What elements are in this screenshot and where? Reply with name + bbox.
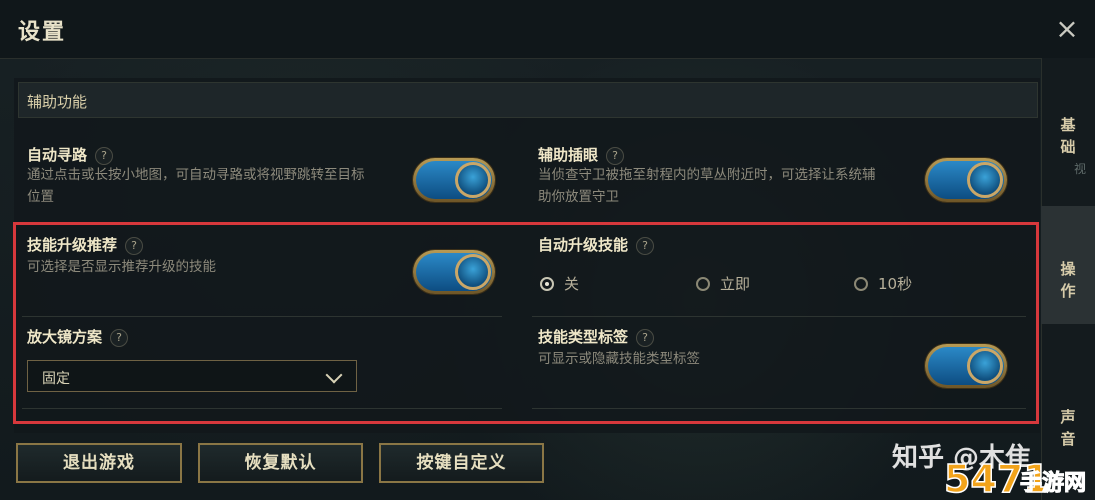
help-icon[interactable]: ? — [125, 237, 144, 255]
tab-operation-label: 操作 — [1060, 260, 1076, 300]
radio-selected-icon — [540, 277, 554, 291]
skill-recommend-toggle[interactable] — [413, 250, 495, 294]
help-icon[interactable]: ? — [110, 329, 129, 347]
tab-sound-label: 声音 — [1060, 408, 1076, 448]
window-title: 设置 — [18, 20, 67, 45]
setting-auto-path-title: 自动寻路? — [27, 144, 114, 165]
radio-off-label: 关 — [564, 275, 580, 293]
divider — [532, 408, 1026, 409]
exit-game-button[interactable]: 退出游戏 — [16, 443, 182, 483]
setting-auto-upgrade-label: 自动升级技能 — [538, 236, 629, 254]
divider — [532, 316, 1026, 317]
radio-immediate[interactable]: 立即 — [696, 273, 750, 294]
setting-assist-ward-title: 辅助插眼? — [538, 144, 625, 165]
help-icon[interactable]: ? — [95, 147, 114, 165]
setting-assist-ward-label: 辅助插眼 — [538, 146, 599, 164]
key-custom-button[interactable]: 按键自定义 — [379, 443, 544, 483]
section-header: 辅助功能 — [18, 82, 1038, 118]
close-icon[interactable]: × — [1052, 14, 1082, 44]
setting-skill-type-title: 技能类型标签? — [538, 326, 655, 347]
section-header-label: 辅助功能 — [27, 93, 88, 111]
tab-sound[interactable]: 声音 — [1041, 406, 1095, 456]
chevron-down-icon — [325, 366, 343, 384]
toggle-knob — [967, 162, 1003, 198]
restore-default-button[interactable]: 恢复默认 — [198, 443, 363, 483]
setting-skill-type-label: 技能类型标签 — [538, 328, 629, 346]
help-icon[interactable]: ? — [606, 147, 625, 165]
setting-skill-recommend-title: 技能升级推荐? — [27, 234, 144, 255]
logo-text: 手游网 — [1020, 470, 1086, 496]
title-bar: 设置 × — [0, 0, 1095, 59]
radio-10s-label: 10秒 — [878, 275, 913, 293]
auto-path-toggle[interactable] — [413, 158, 495, 202]
skill-type-toggle[interactable] — [925, 344, 1007, 388]
setting-assist-ward-desc-line1: 当侦查守卫被拖至射程内的草丛附近时，可选择让系统辅 — [538, 167, 876, 183]
setting-assist-ward-desc-line2: 助你放置守卫 — [538, 189, 619, 205]
setting-skill-recommend-label: 技能升级推荐 — [27, 236, 118, 254]
radio-immediate-label: 立即 — [720, 275, 751, 293]
tab-basic-label: 基础 — [1060, 116, 1076, 156]
toggle-knob — [967, 348, 1003, 384]
setting-skill-recommend-desc: 可选择是否显示推荐升级的技能 — [27, 259, 216, 275]
toggle-knob — [455, 254, 491, 290]
setting-auto-path-desc-line2: 位置 — [27, 189, 54, 205]
help-icon[interactable]: ? — [636, 237, 655, 255]
help-icon[interactable]: ? — [636, 329, 655, 347]
setting-auto-path-desc-line1: 通过点击或长按小地图，可自动寻路或将视野跳转至目标 — [27, 167, 365, 183]
setting-magnifier-title: 放大镜方案? — [27, 326, 129, 347]
toggle-knob — [455, 162, 491, 198]
radio-off[interactable]: 关 — [540, 273, 579, 294]
setting-auto-path-label: 自动寻路 — [27, 146, 88, 164]
divider — [22, 408, 502, 409]
radio-unselected-icon — [854, 277, 868, 291]
magnifier-dropdown[interactable]: 固定 — [27, 360, 357, 392]
side-extra-text: 视 — [1074, 162, 1087, 176]
assist-ward-toggle[interactable] — [925, 158, 1007, 202]
dropdown-value: 固定 — [42, 371, 70, 387]
setting-skill-type-desc: 可显示或隐藏技能类型标签 — [538, 351, 700, 367]
highlight-box — [13, 222, 1039, 424]
radio-unselected-icon — [696, 277, 710, 291]
setting-magnifier-label: 放大镜方案 — [27, 328, 103, 346]
divider — [22, 316, 502, 317]
setting-auto-path-desc: 通过点击或长按小地图，可自动寻路或将视野跳转至目标 位置 — [27, 164, 407, 208]
tab-basic[interactable]: 基础 — [1041, 112, 1095, 164]
setting-assist-ward-desc: 当侦查守卫被拖至射程内的草丛附近时，可选择让系统辅 助你放置守卫 — [538, 164, 918, 208]
tab-operation[interactable]: 操作 — [1041, 206, 1095, 324]
setting-auto-upgrade-title: 自动升级技能? — [538, 234, 655, 255]
radio-10s[interactable]: 10秒 — [854, 273, 912, 294]
site-logo: 5471 手游网 — [943, 456, 1086, 498]
